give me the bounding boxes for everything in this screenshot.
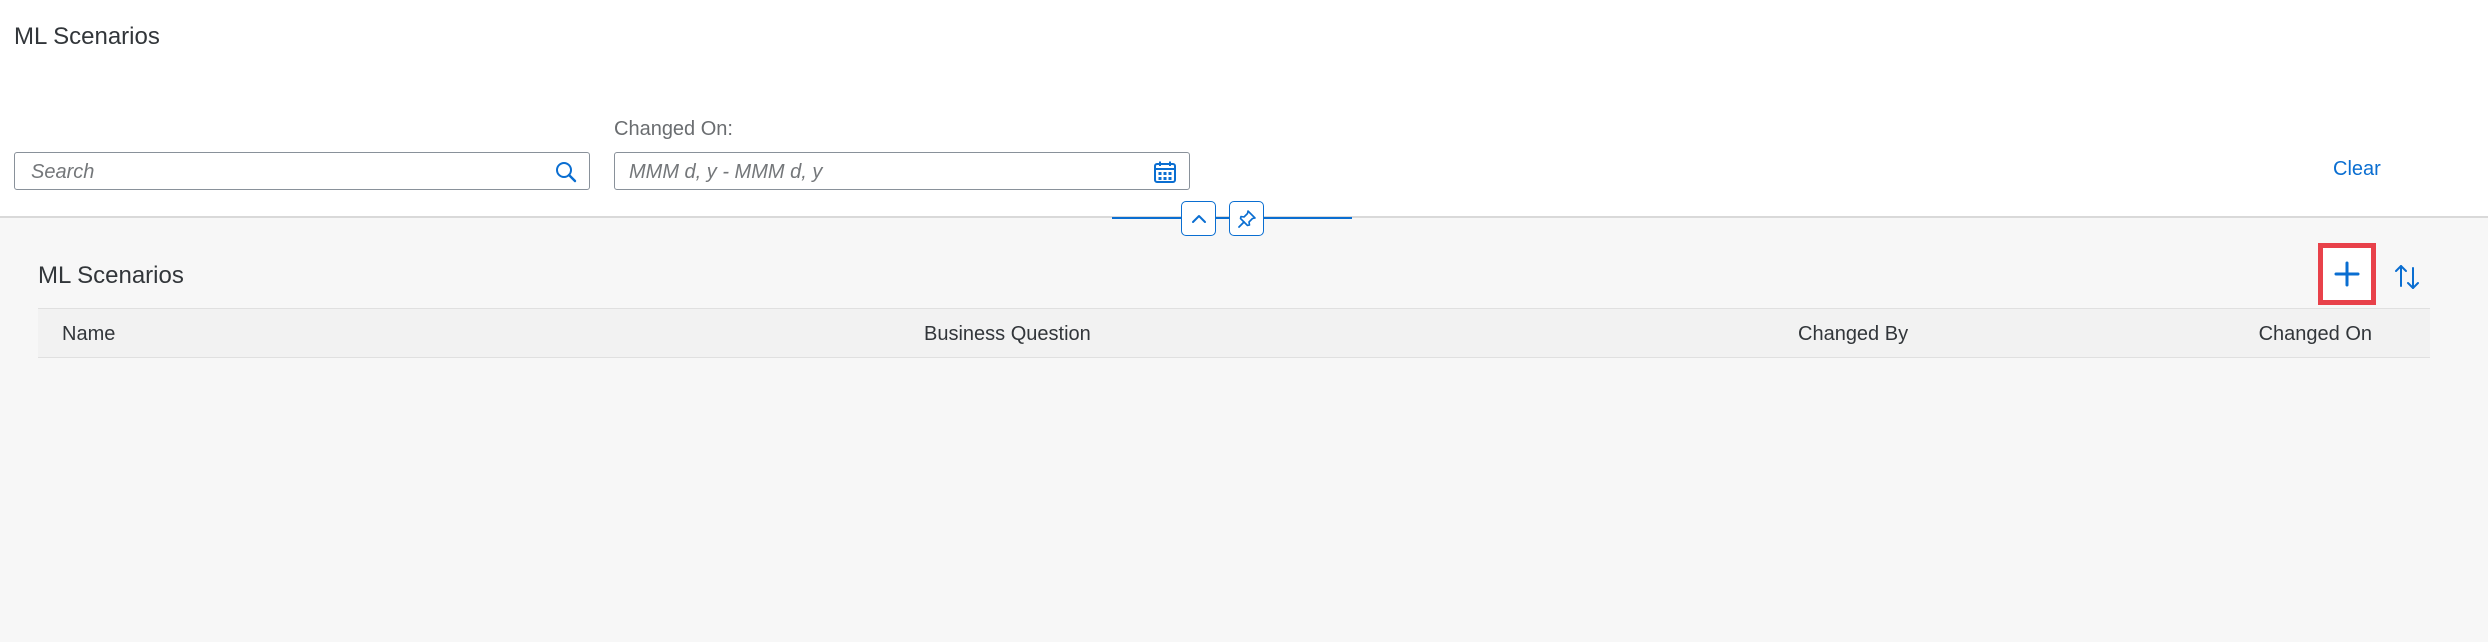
column-header-changed-on[interactable]: Changed On [2259, 323, 2372, 346]
table-header: Name Business Question Changed By Change… [38, 308, 2430, 358]
chevron-up-icon [1191, 214, 1206, 223]
date-placeholder: MMM d, y - MMM d, y [629, 161, 823, 183]
column-header-name[interactable]: Name [62, 323, 115, 346]
sort-icon [2395, 265, 2419, 289]
filter-header: ML Scenarios Search Changed On: MMM d, y… [0, 0, 2488, 218]
pin-icon [1237, 209, 1256, 228]
search-placeholder: Search [31, 161, 95, 183]
column-header-changed-by[interactable]: Changed By [1798, 323, 1908, 346]
clear-button[interactable]: Clear [2333, 158, 2381, 181]
add-scenario-button[interactable] [2318, 243, 2376, 305]
changed-on-label: Changed On: [614, 118, 733, 140]
search-icon[interactable] [555, 161, 577, 183]
column-header-business-question[interactable]: Business Question [924, 323, 1091, 346]
pin-header-button[interactable] [1229, 201, 1264, 236]
search-input[interactable]: Search [14, 152, 590, 190]
plus-icon [2334, 261, 2360, 287]
page-title: ML Scenarios [14, 23, 160, 50]
changed-on-date-range-input[interactable]: MMM d, y - MMM d, y [614, 152, 1190, 190]
collapse-header-button[interactable] [1181, 201, 1216, 236]
table-title: ML Scenarios [38, 262, 184, 289]
calendar-icon[interactable] [1153, 160, 1177, 184]
sort-button[interactable] [2390, 260, 2424, 294]
